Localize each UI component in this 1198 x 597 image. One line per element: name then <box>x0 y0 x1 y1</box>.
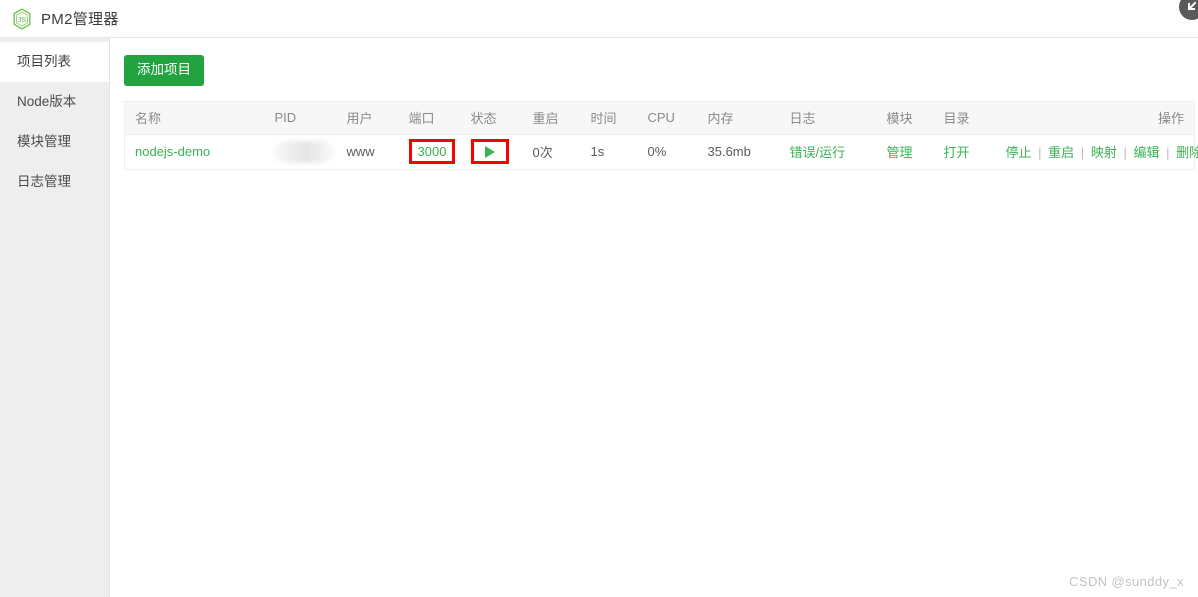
action-edit[interactable]: 编辑 <box>1133 145 1159 160</box>
project-table: 名称 PID 用户 端口 状态 重启 时间 CPU 内存 日志 模块 目录 操作 <box>124 100 1198 170</box>
sidebar-item-label: Node版本 <box>17 94 77 109</box>
column-header-name: 名称 <box>124 101 265 135</box>
module-manage-link[interactable]: 管理 <box>887 145 913 160</box>
sidebar-item-label: 模块管理 <box>17 134 71 149</box>
main-content: 添加项目 名称 PID 用户 端口 状态 重启 时间 CPU 内存 日志 模块 … <box>110 38 1198 597</box>
port-value: 3000 <box>417 144 447 159</box>
cell-status <box>460 134 523 170</box>
play-triangle-icon[interactable] <box>484 146 495 159</box>
column-header-pid: PID <box>264 101 337 135</box>
column-header-port: 端口 <box>398 101 461 135</box>
sidebar-item-project-list[interactable]: 项目列表 <box>0 42 109 82</box>
cell-memory: 35.6mb <box>697 134 780 170</box>
cell-pid <box>264 134 337 170</box>
action-separator: | <box>1166 145 1170 160</box>
svg-text:JS: JS <box>18 16 26 23</box>
sidebar-item-node-version[interactable]: Node版本 <box>0 82 109 122</box>
column-header-cpu: CPU <box>637 101 698 135</box>
cell-cpu: 0% <box>637 134 698 170</box>
action-delete[interactable]: 删除 <box>1176 145 1198 160</box>
column-header-status: 状态 <box>460 101 523 135</box>
open-directory-link[interactable]: 打开 <box>944 145 970 160</box>
column-header-actions: 操作 <box>1005 101 1195 135</box>
nodejs-hexagon-js-icon: JS <box>12 7 32 30</box>
cell-log: 错误/运行 <box>779 134 877 170</box>
sidebar-item-module-manage[interactable]: 模块管理 <box>0 122 109 162</box>
column-header-log: 日志 <box>779 101 877 135</box>
action-restart[interactable]: 重启 <box>1048 145 1074 160</box>
column-header-time: 时间 <box>580 101 638 135</box>
action-separator: | <box>1038 145 1042 160</box>
cell-port: 3000 <box>398 134 461 170</box>
sidebar-item-label: 项目列表 <box>17 54 71 69</box>
log-link[interactable]: 错误/运行 <box>790 145 846 160</box>
column-header-directory: 目录 <box>933 101 1006 135</box>
action-map[interactable]: 映射 <box>1091 145 1117 160</box>
column-header-memory: 内存 <box>697 101 780 135</box>
cell-user: www <box>336 134 399 170</box>
column-header-module: 模块 <box>876 101 934 135</box>
column-header-restart: 重启 <box>522 101 581 135</box>
status-highlight-box <box>470 139 509 164</box>
action-stop[interactable]: 停止 <box>1006 145 1032 160</box>
cell-actions: 停止 | 重启 | 映射 | 编辑 | 删除 <box>1005 134 1198 170</box>
watermark: CSDN @sunddy_x <box>1069 574 1184 589</box>
pid-redacted-value <box>274 140 333 163</box>
column-header-user: 用户 <box>336 101 399 135</box>
sidebar: 项目列表 Node版本 模块管理 日志管理 <box>0 38 110 597</box>
action-separator: | <box>1080 145 1085 160</box>
port-highlight-box: 3000 <box>408 139 456 164</box>
table-row: nodejs-demo www 3000 0次 1s 0% 35.6mb 错误/… <box>124 134 1198 170</box>
page-title: PM2管理器 <box>41 11 119 28</box>
cell-module: 管理 <box>876 134 934 170</box>
cell-restart: 0次 <box>522 134 581 170</box>
action-separator: | <box>1123 145 1127 160</box>
project-name-link[interactable]: nodejs-demo <box>135 144 210 159</box>
table-header-row: 名称 PID 用户 端口 状态 重启 时间 CPU 内存 日志 模块 目录 操作 <box>124 101 1195 135</box>
sidebar-item-label: 日志管理 <box>17 174 71 189</box>
cell-directory: 打开 <box>933 134 1006 170</box>
sidebar-item-log-manage[interactable]: 日志管理 <box>0 162 109 202</box>
add-project-button[interactable]: 添加项目 <box>124 55 204 86</box>
app-body: 项目列表 Node版本 模块管理 日志管理 添加项目 名称 PID 用户 端口 … <box>0 38 1198 597</box>
cell-time: 1s <box>580 134 638 170</box>
cell-name: nodejs-demo <box>124 134 265 170</box>
app-header: JS PM2管理器 <box>0 0 1198 38</box>
